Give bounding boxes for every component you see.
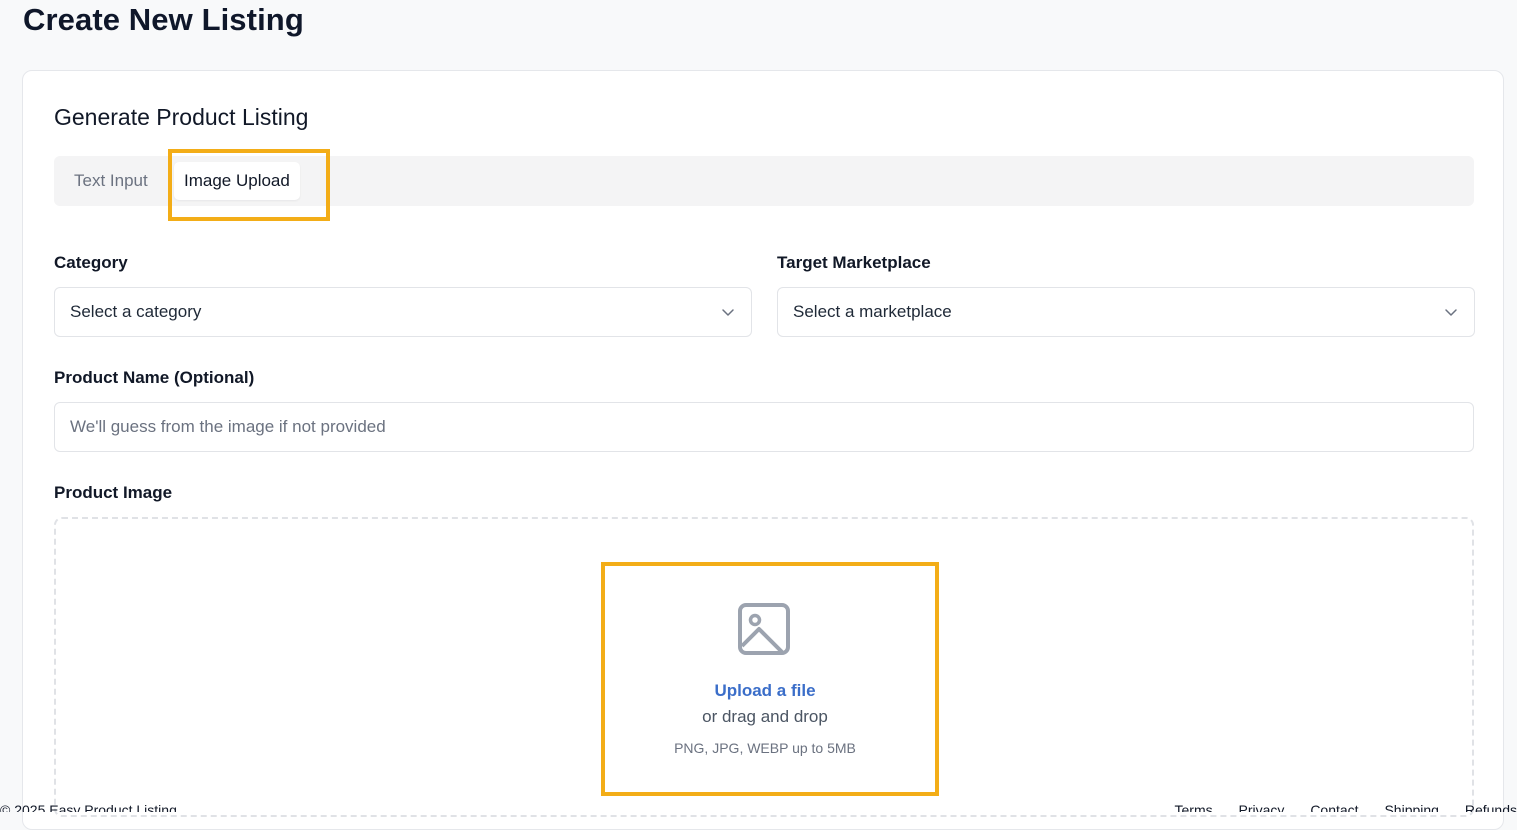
card-title: Generate Product Listing [54, 104, 308, 131]
chevron-down-icon [1444, 305, 1458, 319]
footer: © 2025 Easy Product Listing Terms Privac… [0, 800, 1517, 812]
image-dropzone[interactable] [54, 517, 1474, 817]
drag-drop-text: or drag and drop [603, 707, 927, 727]
tab-image-upload[interactable]: Image Upload [174, 162, 300, 200]
product-image-label: Product Image [54, 483, 172, 503]
footer-link-shipping[interactable]: Shipping [1384, 802, 1439, 812]
product-name-input[interactable] [54, 402, 1474, 452]
marketplace-label: Target Marketplace [777, 253, 931, 273]
footer-link-terms[interactable]: Terms [1175, 802, 1213, 812]
category-label: Category [54, 253, 128, 273]
listing-card: Generate Product Listing Text Input Imag… [22, 70, 1504, 830]
footer-link-privacy[interactable]: Privacy [1239, 802, 1285, 812]
upload-file-link[interactable]: Upload a file [603, 681, 927, 701]
footer-links: Terms Privacy Contact Shipping Refunds [1153, 802, 1517, 812]
file-type-hint: PNG, JPG, WEBP up to 5MB [603, 740, 927, 756]
tab-list: Text Input Image Upload [54, 156, 1474, 206]
footer-link-contact[interactable]: Contact [1310, 802, 1358, 812]
product-name-label: Product Name (Optional) [54, 368, 254, 388]
marketplace-select-value: Select a marketplace [793, 302, 952, 322]
footer-link-refunds[interactable]: Refunds [1465, 802, 1517, 812]
chevron-down-icon [721, 305, 735, 319]
tab-text-input[interactable]: Text Input [64, 162, 158, 200]
image-icon [737, 602, 791, 656]
marketplace-select[interactable]: Select a marketplace [777, 287, 1475, 337]
category-select[interactable]: Select a category [54, 287, 752, 337]
page-title: Create New Listing [23, 2, 304, 38]
footer-copyright: © 2025 Easy Product Listing [0, 802, 177, 812]
category-select-value: Select a category [70, 302, 201, 322]
